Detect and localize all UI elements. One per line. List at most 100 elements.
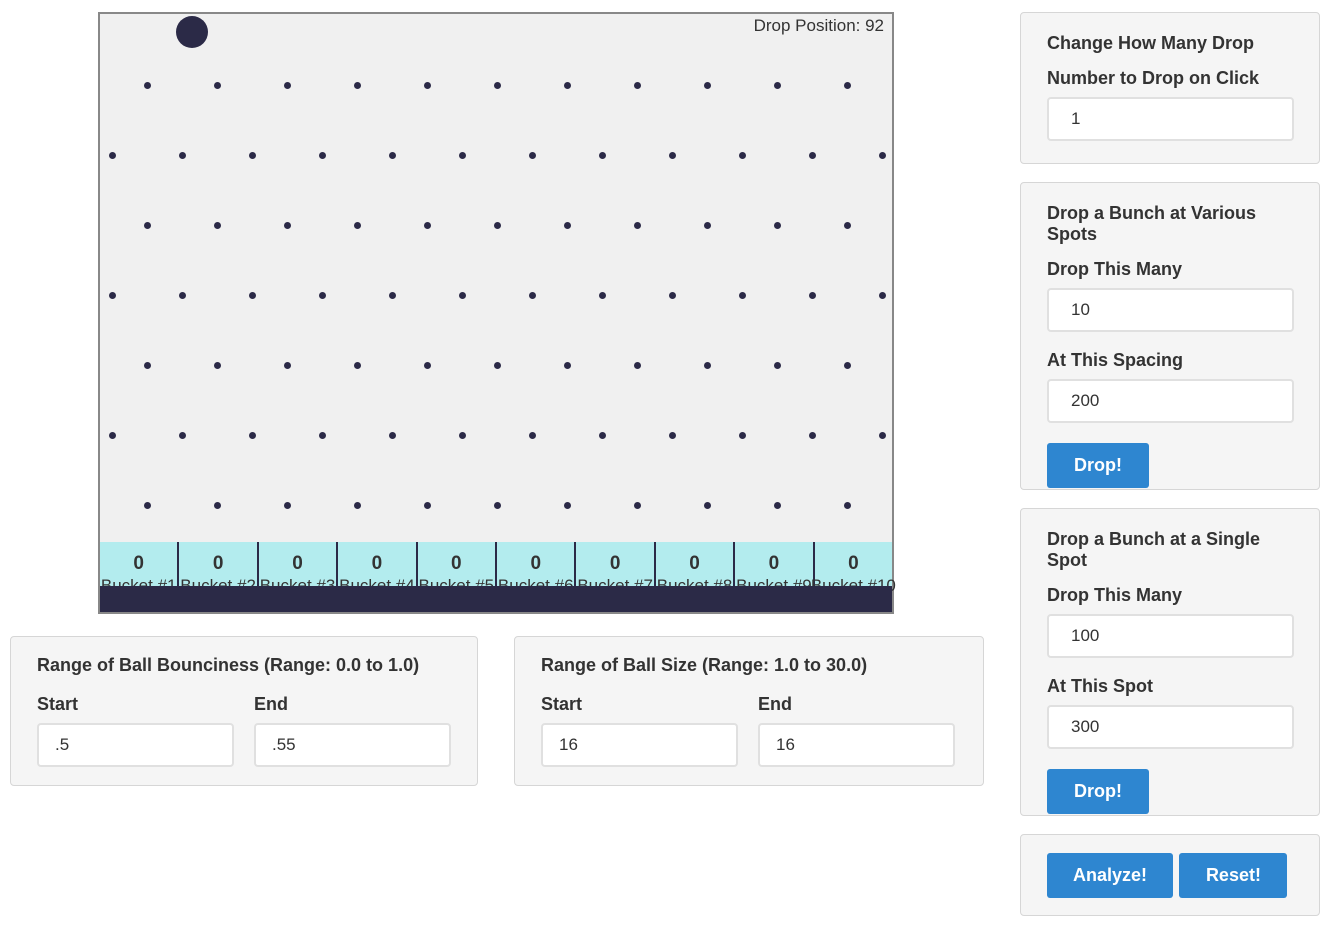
peg bbox=[774, 222, 781, 229]
peg bbox=[879, 152, 886, 159]
peg bbox=[249, 152, 256, 159]
bucket: 0Bucket #10 bbox=[811, 542, 896, 596]
bounciness-start-input[interactable] bbox=[37, 723, 234, 767]
size-end-input[interactable] bbox=[758, 723, 955, 767]
peg bbox=[739, 152, 746, 159]
peg bbox=[179, 152, 186, 159]
single-drop-button[interactable]: Drop! bbox=[1047, 769, 1149, 814]
size-start-input[interactable] bbox=[541, 723, 738, 767]
bounciness-end-label: End bbox=[254, 694, 288, 714]
peg bbox=[739, 432, 746, 439]
various-many-input[interactable] bbox=[1047, 288, 1294, 332]
single-many-input[interactable] bbox=[1047, 614, 1294, 658]
various-many-label: Drop This Many bbox=[1047, 259, 1183, 279]
analyze-button[interactable]: Analyze! bbox=[1047, 853, 1173, 898]
peg bbox=[109, 292, 116, 299]
peg bbox=[564, 502, 571, 509]
peg bbox=[109, 152, 116, 159]
peg bbox=[844, 82, 851, 89]
bucket: 0Bucket #1 bbox=[100, 542, 180, 595]
peg bbox=[809, 292, 816, 299]
bucket-count: 0 bbox=[768, 553, 780, 574]
peg bbox=[529, 152, 536, 159]
peg bbox=[774, 82, 781, 89]
bounciness-start-label: Start bbox=[37, 694, 79, 714]
peg bbox=[599, 432, 606, 439]
peg bbox=[144, 222, 151, 229]
actions-panel: Analyze! Reset! bbox=[1020, 834, 1320, 916]
peg bbox=[284, 82, 291, 89]
peg bbox=[354, 502, 361, 509]
peg bbox=[634, 82, 641, 89]
peg bbox=[879, 432, 886, 439]
peg bbox=[494, 362, 501, 369]
bounciness-end-input[interactable] bbox=[254, 723, 451, 767]
peg bbox=[214, 222, 221, 229]
bucket-count: 0 bbox=[212, 553, 224, 574]
size-start-label: Start bbox=[541, 694, 583, 714]
peg bbox=[424, 82, 431, 89]
drop-on-click-input[interactable] bbox=[1047, 97, 1294, 141]
peg bbox=[564, 222, 571, 229]
various-spacing-label: At This Spacing bbox=[1047, 350, 1184, 370]
reset-button[interactable]: Reset! bbox=[1179, 853, 1288, 898]
peg bbox=[669, 152, 676, 159]
peg bbox=[214, 362, 221, 369]
single-spot-title: Drop a Bunch at a Single Spot bbox=[1047, 529, 1261, 570]
ball bbox=[176, 16, 208, 48]
bucket-count: 0 bbox=[848, 553, 859, 574]
peg bbox=[179, 432, 186, 439]
bucket: 0Bucket #9 bbox=[735, 542, 815, 595]
peg bbox=[389, 432, 396, 439]
board-floor bbox=[100, 586, 892, 612]
ball-size-title: Range of Ball Size (Range: 1.0 to 30.0) bbox=[541, 655, 868, 675]
bucket-count: 0 bbox=[609, 553, 621, 574]
peg bbox=[809, 432, 816, 439]
various-drop-button[interactable]: Drop! bbox=[1047, 443, 1149, 488]
peg bbox=[669, 432, 676, 439]
various-spots-panel: Drop a Bunch at Various Spots Drop This … bbox=[1020, 182, 1320, 490]
bucket: 0Bucket #7 bbox=[576, 542, 656, 595]
peg bbox=[564, 362, 571, 369]
peg bbox=[634, 502, 641, 509]
peg bbox=[704, 82, 711, 89]
peg bbox=[459, 432, 466, 439]
peg bbox=[284, 222, 291, 229]
peg bbox=[424, 222, 431, 229]
bucket-row: 0Bucket #1 0Bucket #2 0Bucket #3 0Bucket… bbox=[100, 542, 896, 596]
plinko-board[interactable]: Drop Position: 92 0Bucket #1 0Bucket #2 … bbox=[98, 12, 896, 614]
single-spot-input[interactable] bbox=[1047, 705, 1294, 749]
bounciness-panel: Range of Ball Bounciness (Range: 0.0 to … bbox=[10, 636, 478, 786]
peg bbox=[879, 292, 886, 299]
peg bbox=[389, 152, 396, 159]
peg bbox=[599, 292, 606, 299]
single-many-label: Drop This Many bbox=[1047, 585, 1183, 605]
peg bbox=[844, 502, 851, 509]
drop-on-click-label: Number to Drop on Click bbox=[1047, 68, 1260, 88]
bucket: 0Bucket #8 bbox=[656, 542, 736, 595]
bounciness-title: Range of Ball Bounciness (Range: 0.0 to … bbox=[37, 655, 420, 675]
peg bbox=[599, 152, 606, 159]
peg bbox=[389, 292, 396, 299]
bucket: 0Bucket #4 bbox=[338, 542, 418, 595]
peg bbox=[319, 432, 326, 439]
various-spots-title: Drop a Bunch at Various Spots bbox=[1047, 203, 1257, 244]
bucket-count: 0 bbox=[689, 553, 700, 574]
peg-field bbox=[100, 14, 892, 612]
peg bbox=[459, 152, 466, 159]
peg bbox=[809, 152, 816, 159]
peg bbox=[109, 432, 116, 439]
peg bbox=[249, 432, 256, 439]
peg bbox=[179, 292, 186, 299]
peg bbox=[844, 362, 851, 369]
peg bbox=[774, 502, 781, 509]
peg bbox=[354, 82, 361, 89]
change-drop-panel: Change How Many Drop Number to Drop on C… bbox=[1020, 12, 1320, 164]
peg bbox=[214, 502, 221, 509]
single-spot-panel: Drop a Bunch at a Single Spot Drop This … bbox=[1020, 508, 1320, 816]
peg bbox=[634, 222, 641, 229]
various-spacing-input[interactable] bbox=[1047, 379, 1294, 423]
peg bbox=[739, 292, 746, 299]
ball-size-panel: Range of Ball Size (Range: 1.0 to 30.0) … bbox=[514, 636, 984, 786]
peg bbox=[319, 152, 326, 159]
